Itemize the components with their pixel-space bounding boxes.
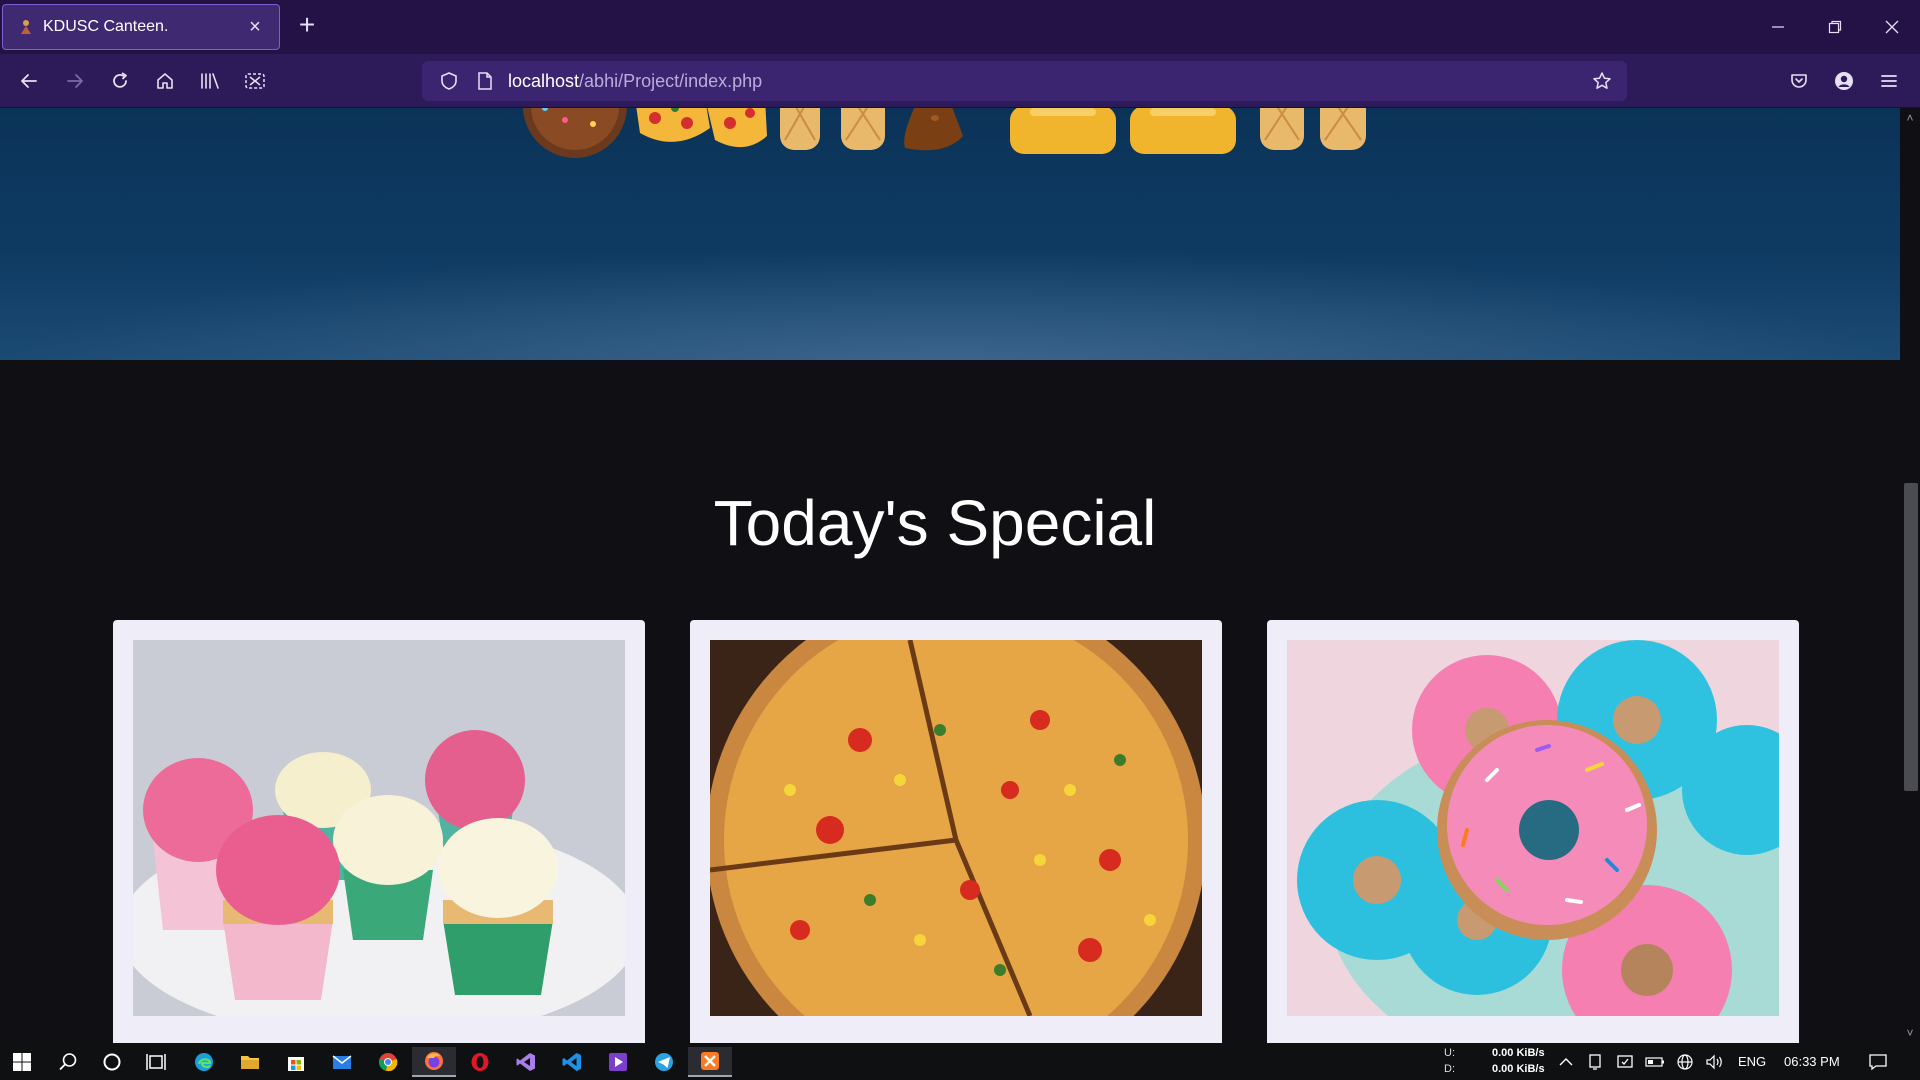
media-icon[interactable] [596, 1047, 640, 1077]
back-arrow-icon[interactable] [14, 66, 44, 96]
page-info-icon[interactable] [472, 68, 498, 94]
address-bar[interactable]: localhost/abhi/Project/index.php [422, 61, 1627, 101]
mail-icon[interactable] [320, 1047, 364, 1077]
scroll-down-arrow-icon[interactable]: ˅ [1902, 1025, 1918, 1041]
telegram-icon[interactable] [642, 1047, 686, 1077]
menu-hamburger-icon[interactable] [1874, 66, 1904, 96]
visual-studio-icon[interactable] [504, 1047, 548, 1077]
donuts-image [1287, 640, 1779, 1016]
page-scrollbar[interactable]: ˄ ˅ [1900, 108, 1920, 1043]
scroll-up-arrow-icon[interactable]: ˄ [1902, 110, 1918, 126]
hero-banner [0, 108, 1900, 360]
tab-title: KDUSC Canteen. [43, 18, 169, 35]
input-language[interactable]: ENG [1738, 1054, 1766, 1069]
start-icon[interactable] [0, 1047, 44, 1077]
download-label: D: [1444, 1063, 1455, 1075]
show-hidden-icons-chevron-icon[interactable] [1552, 1047, 1580, 1077]
special-card-pizza[interactable] [690, 620, 1222, 1043]
tracking-protection-shield-icon[interactable] [436, 68, 462, 94]
hero-glow [0, 250, 1900, 360]
screenshot-icon[interactable] [240, 66, 270, 96]
battery-icon[interactable] [1640, 1047, 1670, 1077]
tab-kdusc-canteen[interactable]: KDUSC Canteen. × [2, 4, 280, 50]
clock[interactable]: 06:33 PM [1784, 1054, 1840, 1069]
cortana-icon[interactable] [90, 1047, 134, 1077]
download-speed: 0.00 KiB/s [1492, 1063, 1545, 1075]
pizza-image [710, 640, 1202, 1016]
store-icon[interactable] [274, 1047, 318, 1077]
firefox-icon[interactable] [412, 1047, 456, 1077]
navigation-toolbar: localhost/abhi/Project/index.php [0, 54, 1920, 108]
account-icon[interactable] [1829, 66, 1859, 96]
minimize-window-button[interactable] [1750, 0, 1806, 54]
new-tab-button[interactable]: + [292, 11, 322, 41]
chrome-icon[interactable] [366, 1047, 410, 1077]
close-tab-icon[interactable]: × [243, 16, 267, 39]
bookmark-star-icon[interactable] [1589, 68, 1615, 94]
upload-label: U: [1444, 1047, 1455, 1059]
task-view-icon[interactable] [134, 1047, 178, 1077]
volume-icon[interactable] [1700, 1047, 1730, 1077]
library-icon[interactable] [195, 66, 225, 96]
windows-taskbar: U: D: 0.00 KiB/s 0.00 KiB/s ENG 06:33 PM [0, 1043, 1920, 1080]
site-favicon-icon [17, 18, 35, 36]
search-icon[interactable] [46, 1047, 90, 1077]
url-text[interactable]: localhost/abhi/Project/index.php [508, 71, 762, 92]
file-explorer-icon[interactable] [228, 1047, 272, 1077]
opera-icon[interactable] [458, 1047, 502, 1077]
special-card-donuts[interactable] [1267, 620, 1799, 1043]
reload-icon[interactable] [105, 66, 135, 96]
notification-app-icon[interactable] [1610, 1047, 1640, 1077]
page-viewport: Today's Special [0, 108, 1900, 1043]
xampp-icon[interactable] [688, 1047, 732, 1077]
home-icon[interactable] [150, 66, 180, 96]
pocket-icon[interactable] [1784, 66, 1814, 96]
vscode-icon[interactable] [550, 1047, 594, 1077]
url-path: /abhi/Project/index.php [579, 70, 763, 91]
restore-window-button[interactable] [1807, 0, 1863, 54]
forward-arrow-icon[interactable] [60, 66, 90, 96]
close-window-button[interactable] [1864, 0, 1920, 54]
action-center-icon[interactable] [1856, 1047, 1900, 1077]
scrollbar-thumb[interactable] [1904, 483, 1918, 791]
edge-icon[interactable] [182, 1047, 226, 1077]
url-host: localhost [508, 70, 580, 91]
special-card-cupcakes[interactable] [113, 620, 645, 1043]
device-icon[interactable] [1580, 1047, 1610, 1077]
cupcakes-image [133, 640, 625, 1016]
upload-speed: 0.00 KiB/s [1492, 1047, 1545, 1059]
tab-strip: KDUSC Canteen. × + [0, 0, 1920, 54]
section-title: Today's Special [713, 487, 1157, 559]
network-globe-icon[interactable] [1670, 1047, 1700, 1077]
hero-food-letters-image [523, 108, 1366, 158]
